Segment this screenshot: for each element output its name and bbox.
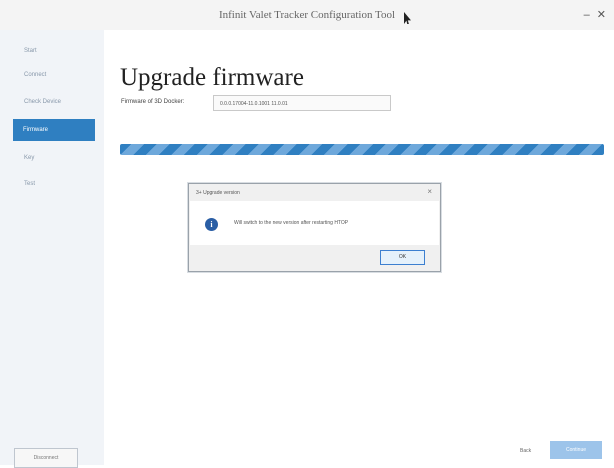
window-controls[interactable]: – ✕ — [584, 8, 608, 21]
sidebar-item-firmware[interactable]: Firmware — [13, 119, 95, 141]
sidebar-item-start[interactable]: Start — [14, 40, 96, 62]
back-button[interactable]: Back — [520, 448, 531, 454]
firmware-version-field[interactable]: 0.0.0.17004-11.0.1001 11.0.01 — [213, 95, 391, 111]
sidebar-item-key[interactable]: Key — [14, 147, 96, 169]
window-title: Infinit Valet Tracker Configuration Tool — [218, 9, 396, 21]
close-icon[interactable]: × — [427, 187, 432, 196]
upgrade-progress-bar — [120, 144, 604, 155]
sidebar-item-check-device[interactable]: Check Device — [14, 91, 96, 113]
info-icon: i — [205, 218, 218, 231]
sidebar-item-connect[interactable]: Connect — [14, 64, 96, 86]
disconnect-button[interactable]: Disconnect — [14, 448, 78, 468]
upgrade-dialog: 3+ Upgrade version × i Will switch to th… — [188, 183, 441, 272]
dialog-title: 3+ Upgrade version — [196, 190, 240, 196]
sidebar-item-test[interactable]: Test — [14, 173, 96, 195]
dialog-message: Will switch to the new version after res… — [234, 220, 349, 226]
sidebar: Start Connect Check Device Firmware Key … — [0, 30, 104, 468]
ok-button[interactable]: OK — [380, 250, 425, 265]
firmware-label: Firmware of 3D Docker: — [121, 99, 185, 105]
page-title: Upgrade firmware — [120, 64, 304, 91]
title-bar: Infinit Valet Tracker Configuration Tool… — [0, 0, 614, 30]
continue-button[interactable]: Continue — [550, 441, 602, 459]
